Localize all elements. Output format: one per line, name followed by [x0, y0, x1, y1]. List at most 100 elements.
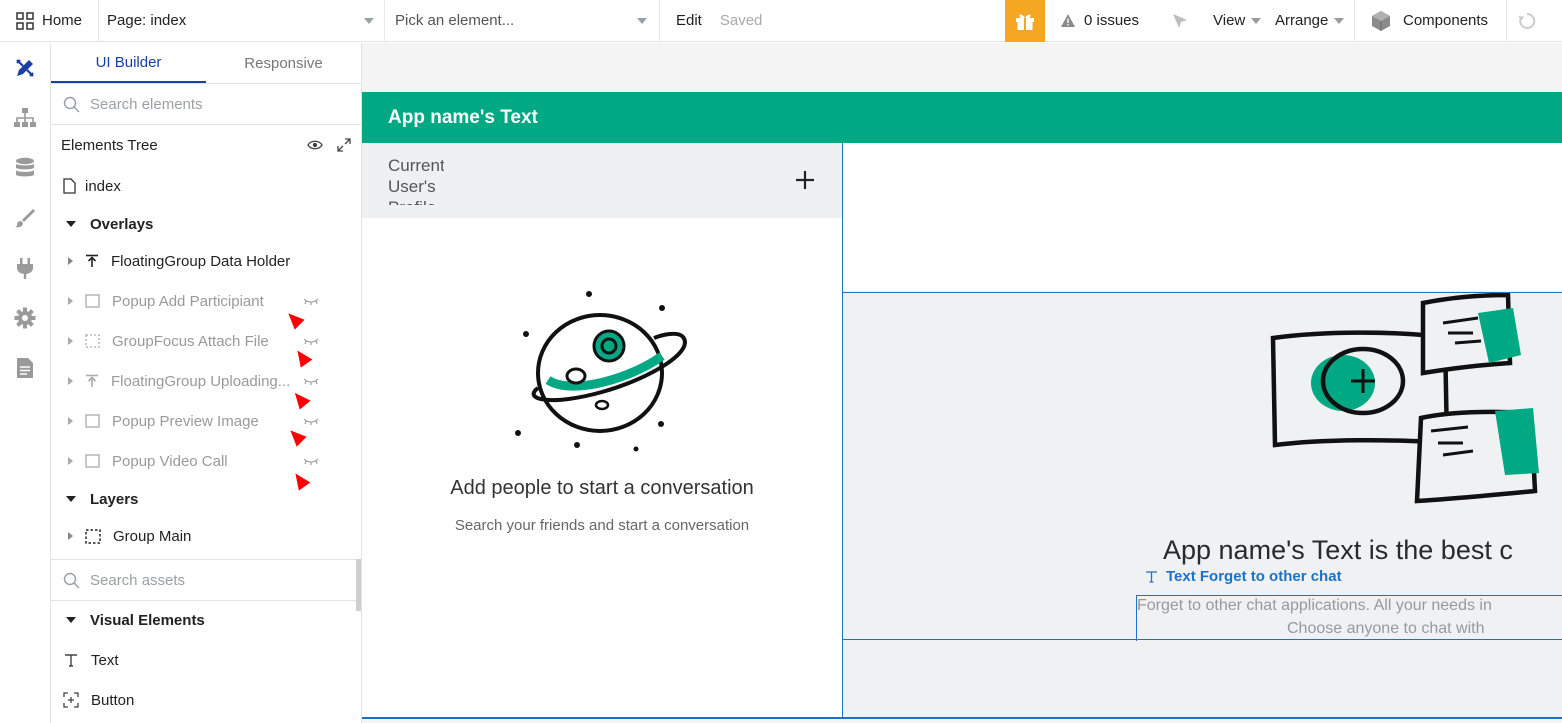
plus-icon[interactable] [795, 170, 815, 190]
hidden-eye-icon[interactable] [303, 297, 319, 305]
caret-right-icon [68, 457, 73, 465]
hidden-eye-icon[interactable] [303, 417, 319, 425]
hidden-eye-icon[interactable] [303, 457, 319, 465]
visual-item-button[interactable]: Button [63, 686, 134, 714]
search-assets-placeholder: Search assets [90, 571, 186, 589]
caret-down-icon [66, 496, 76, 502]
components-button[interactable]: Components [1355, 0, 1507, 42]
conversation-header-area[interactable] [843, 143, 1562, 291]
caret-right-icon [68, 257, 73, 265]
tree-item-popup-video-call[interactable]: Popup Video Call [68, 447, 228, 475]
caret-right-icon [68, 532, 73, 540]
design-canvas[interactable]: App name's Text Current User's Profile A… [362, 43, 1562, 723]
hidden-eye-icon[interactable] [303, 377, 319, 385]
element-picker[interactable]: Pick an element... [385, 0, 660, 42]
group-icon [85, 528, 101, 544]
money-bills-illustration [1270, 293, 1539, 504]
tab-ui-builder[interactable]: UI Builder [51, 43, 206, 83]
text-element-name: Text Forget to other chat [1166, 568, 1342, 585]
tree-item-label: Group Main [113, 527, 192, 545]
text-icon [1146, 571, 1157, 583]
chat-list-pane[interactable]: Current User's Profile Add people to sta… [362, 143, 842, 719]
conversation-body-line2: Choose anyone to chat with [1287, 620, 1485, 637]
search-assets-input[interactable]: Search assets [51, 560, 356, 601]
floating-group-icon [86, 254, 98, 267]
annotation-arrow [289, 388, 311, 410]
search-icon [63, 572, 80, 589]
plugins-plug-icon[interactable] [13, 256, 37, 280]
conversation-pane[interactable]: App name's Text is the best c Text Forge… [842, 143, 1562, 719]
page-selector[interactable]: Page: index [99, 0, 385, 42]
page-icon [63, 178, 76, 194]
caret-right-icon [68, 417, 73, 425]
section-label: Visual Elements [90, 611, 205, 629]
settings-gear-icon[interactable] [13, 306, 37, 330]
visual-item-text[interactable]: Text [64, 646, 119, 674]
workflow-tree-icon[interactable] [13, 106, 37, 130]
chat-list-header[interactable]: Current User's Profile [362, 143, 842, 218]
gift-button[interactable] [1005, 0, 1045, 42]
app-header[interactable]: App name's Text [362, 92, 1562, 143]
undo-button[interactable] [1507, 0, 1562, 42]
gift-icon [1016, 14, 1034, 30]
search-elements-placeholder: Search elements [90, 95, 203, 113]
tree-item-label: Popup Preview Image [112, 412, 259, 430]
selected-text-element[interactable]: Forget to other chat applications. All y… [1136, 595, 1562, 641]
left-icon-rail [0, 43, 51, 723]
hidden-eye-icon[interactable] [303, 337, 319, 345]
panel-tabs: UI Builder Responsive [51, 43, 361, 84]
view-menu[interactable]: View [1205, 0, 1271, 42]
inspect-button[interactable] [1155, 0, 1205, 42]
planet-illustration [515, 291, 687, 452]
tree-section-layers[interactable]: Layers [66, 485, 138, 513]
caret-right-icon [68, 377, 73, 385]
chevron-down-icon [637, 17, 647, 24]
tree-item-popup-preview-image[interactable]: Popup Preview Image [68, 407, 259, 435]
undo-icon [1518, 12, 1536, 29]
tree-section-overlays[interactable]: Overlays [66, 210, 153, 238]
caret-down-icon [66, 221, 76, 227]
caret-right-icon [68, 337, 73, 345]
panel-scrollbar[interactable] [356, 559, 361, 611]
visual-item-label: Button [91, 691, 135, 709]
page-selector-label: Page: index [107, 12, 187, 29]
text-element-label: Text Forget to other chat [1145, 568, 1342, 585]
popup-icon [85, 294, 100, 308]
home-button[interactable]: Home [0, 0, 99, 42]
design-icon[interactable] [13, 56, 37, 80]
tree-item-group-main[interactable]: Group Main [68, 522, 191, 550]
conversation-body-line1: Forget to other chat applications. All y… [1137, 597, 1492, 614]
tree-item-index[interactable]: index [63, 172, 121, 200]
tab-responsive[interactable]: Responsive [206, 43, 361, 83]
arrange-menu[interactable]: Arrange [1271, 0, 1355, 42]
popup-icon [85, 414, 100, 428]
logs-document-icon[interactable] [13, 356, 37, 380]
visual-item-label: Text [91, 651, 119, 669]
chevron-down-icon [1251, 17, 1262, 24]
database-icon[interactable] [13, 156, 37, 180]
tree-item-label: Popup Add Participiant [112, 292, 264, 310]
tree-item-label: Popup Video Call [112, 452, 228, 470]
top-toolbar: Home Page: index Pick an element... Edit… [0, 0, 1562, 42]
annotation-arrow [289, 469, 311, 491]
search-elements-input[interactable]: Search elements [51, 84, 361, 125]
tree-item-label: FloatingGroup Data Holder [111, 252, 291, 270]
cursor-arrow-icon [1173, 13, 1187, 28]
edit-button[interactable]: Edit [676, 12, 702, 29]
expand-icon[interactable] [337, 138, 351, 152]
view-label: View [1213, 12, 1246, 29]
caret-right-icon [68, 297, 73, 305]
element-picker-placeholder: Pick an element... [395, 12, 515, 29]
tree-item-popup-add-participiant[interactable]: Popup Add Participiant [68, 287, 264, 315]
eye-icon[interactable] [307, 139, 323, 151]
section-visual-elements[interactable]: Visual Elements [66, 606, 205, 634]
popup-icon [85, 454, 100, 468]
issues-indicator[interactable]: 0 issues [1045, 0, 1155, 42]
elements-tree: Elements Tree index Overlays FloatingGro… [51, 125, 361, 559]
tree-item-floatinggroup-uploading[interactable]: FloatingGroup Uploading... [68, 367, 290, 395]
annotation-arrow [285, 425, 307, 447]
tree-item-groupfocus-attach-file[interactable]: GroupFocus Attach File [68, 327, 269, 355]
styles-brush-icon[interactable] [13, 206, 37, 230]
tree-item-floatinggroup-data-holder[interactable]: FloatingGroup Data Holder [68, 247, 290, 275]
arrange-label: Arrange [1275, 12, 1329, 29]
